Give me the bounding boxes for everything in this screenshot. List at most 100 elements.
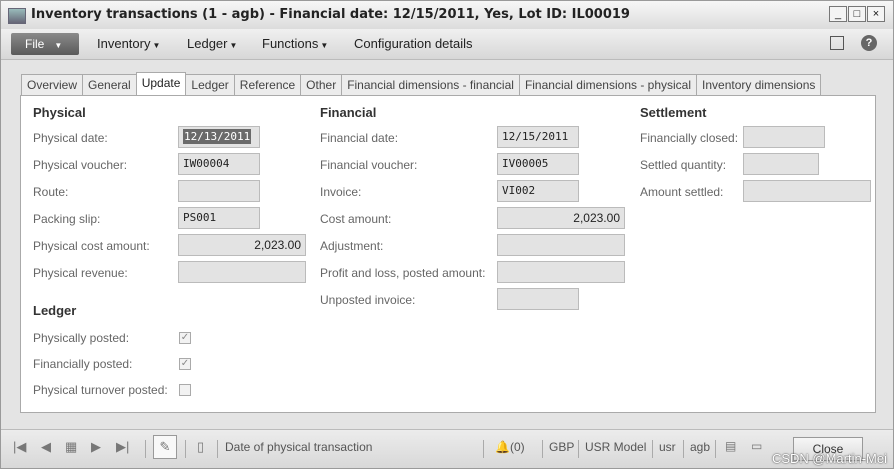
tab-overview[interactable]: Overview <box>21 74 84 95</box>
status-help-text: Date of physical transaction <box>225 440 373 454</box>
previous-record-icon[interactable]: ◀ <box>41 439 51 455</box>
separator <box>715 440 716 458</box>
first-record-icon[interactable]: |◀ <box>13 439 26 455</box>
separator <box>483 440 484 458</box>
tab-financial-dimensions-physical[interactable]: Financial dimensions - physical <box>518 74 698 95</box>
settled-quantity-field[interactable] <box>743 153 819 175</box>
physically-posted-checkbox[interactable]: ✓ <box>179 332 191 344</box>
financially-closed-label: Financially closed: <box>640 131 739 145</box>
settlement-section-title: Settlement <box>640 105 707 120</box>
physical-date-label: Physical date: <box>33 131 108 145</box>
last-record-icon[interactable]: ▶| <box>116 439 129 455</box>
tab-other[interactable]: Other <box>300 74 343 95</box>
adjustment-label: Adjustment: <box>320 239 384 253</box>
grid-view-icon[interactable]: ▦ <box>65 439 77 455</box>
file-menu-label: File <box>25 37 45 51</box>
physically-posted-label: Physically posted: <box>33 331 130 345</box>
physical-date-value: 12/13/2011 <box>183 129 252 144</box>
close-window-button[interactable]: × <box>867 6 885 22</box>
physical-voucher-field[interactable]: IW00004 <box>178 153 260 175</box>
separator <box>145 440 146 458</box>
menu-ledger-label: Ledger <box>187 36 228 51</box>
financial-voucher-field[interactable]: IV00005 <box>497 153 579 175</box>
profit-loss-label: Profit and loss, posted amount: <box>320 266 486 280</box>
amount-settled-field[interactable] <box>743 180 871 202</box>
layout-icon[interactable] <box>830 36 844 50</box>
separator <box>542 440 543 458</box>
window-controls: _ □ × <box>829 6 885 22</box>
menu-inventory[interactable]: Inventory ▼ <box>97 36 160 51</box>
tab-reference[interactable]: Reference <box>233 74 302 95</box>
server-icon[interactable]: ▭ <box>751 439 762 453</box>
menu-ledger[interactable]: Ledger ▼ <box>187 36 237 51</box>
menu-configuration-details[interactable]: Configuration details <box>354 36 473 51</box>
title-bar: Inventory transactions (1 - agb) - Finan… <box>1 1 893 30</box>
chevron-down-icon: ▼ <box>54 41 63 50</box>
invoice-label: Invoice: <box>320 185 362 199</box>
menu-functions[interactable]: Functions ▼ <box>262 36 328 51</box>
tab-ledger[interactable]: Ledger <box>185 74 235 95</box>
financially-posted-checkbox[interactable]: ✓ <box>179 358 191 370</box>
packing-slip-field[interactable]: PS001 <box>178 207 260 229</box>
physical-revenue-field[interactable] <box>178 261 306 283</box>
help-icon[interactable]: ? <box>861 35 877 51</box>
separator <box>217 440 218 458</box>
amount-settled-label: Amount settled: <box>640 185 724 199</box>
watermark-text: CSDN @Martin-Mei <box>771 451 887 466</box>
model-indicator[interactable]: USR Model <box>585 440 646 454</box>
physical-date-field[interactable]: 12/13/2011 <box>178 126 260 148</box>
inventory-transactions-window: Inventory transactions (1 - agb) - Finan… <box>0 0 894 469</box>
ledger-section-title: Ledger <box>33 303 77 318</box>
unposted-invoice-field[interactable] <box>497 288 579 310</box>
document-icon[interactable]: ▯ <box>197 439 204 455</box>
database-icon[interactable]: ▤ <box>725 439 736 453</box>
file-menu-button[interactable]: File ▼ <box>11 33 79 55</box>
layer-indicator[interactable]: usr <box>659 440 676 454</box>
currency-indicator[interactable]: GBP <box>549 440 574 454</box>
tab-update[interactable]: Update <box>135 72 187 95</box>
separator <box>652 440 653 458</box>
unposted-invoice-label: Unposted invoice: <box>320 293 416 307</box>
status-bar: |◀ ◀ ▦ ▶ ▶| ✎ ▯ Date of physical transac… <box>1 429 893 468</box>
edit-pencil-icon[interactable]: ✎ <box>153 435 177 459</box>
invoice-field[interactable]: VI002 <box>497 180 579 202</box>
maximize-button[interactable]: □ <box>848 6 866 22</box>
profit-loss-field[interactable] <box>497 261 625 283</box>
separator <box>683 440 684 458</box>
adjustment-field[interactable] <box>497 234 625 256</box>
notifications-count: (0) <box>509 440 525 454</box>
bell-icon: 🔔 <box>495 440 510 454</box>
menu-functions-label: Functions <box>262 36 319 51</box>
chevron-down-icon: ▼ <box>152 41 161 50</box>
minimize-button[interactable]: _ <box>829 6 847 22</box>
financial-date-field[interactable]: 12/15/2011 <box>497 126 579 148</box>
financially-posted-label: Financially posted: <box>33 357 133 371</box>
menu-bar: File ▼ Inventory ▼ Ledger ▼ Functions ▼ Conf… <box>1 29 893 60</box>
physical-turnover-posted-label: Physical turnover posted: <box>33 383 168 397</box>
physical-turnover-posted-checkbox[interactable] <box>179 384 191 396</box>
cost-amount-field[interactable]: 2,023.00 <box>497 207 625 229</box>
next-record-icon[interactable]: ▶ <box>91 439 101 455</box>
financial-section-title: Financial <box>320 105 377 120</box>
physical-voucher-label: Physical voucher: <box>33 158 128 172</box>
separator <box>578 440 579 458</box>
tab-inventory-dimensions[interactable]: Inventory dimensions <box>696 74 822 95</box>
financially-closed-field[interactable] <box>743 126 825 148</box>
chevron-down-icon: ▼ <box>229 41 238 50</box>
update-tab-panel: Physical Physical date: 12/13/2011 Physi… <box>20 95 876 413</box>
financial-voucher-label: Financial voucher: <box>320 158 418 172</box>
physical-cost-amount-field[interactable]: 2,023.00 <box>178 234 306 256</box>
menu-inventory-label: Inventory <box>97 36 151 51</box>
chevron-down-icon: ▼ <box>320 41 329 50</box>
route-field[interactable] <box>178 180 260 202</box>
settled-quantity-label: Settled quantity: <box>640 158 727 172</box>
notifications-indicator[interactable]: 🔔(0) <box>495 440 525 454</box>
cost-amount-label: Cost amount: <box>320 212 392 226</box>
physical-cost-amount-label: Physical cost amount: <box>33 239 150 253</box>
separator <box>185 440 186 458</box>
tab-general[interactable]: General <box>82 74 137 95</box>
tab-financial-dimensions-financial[interactable]: Financial dimensions - financial <box>341 74 520 95</box>
packing-slip-label: Packing slip: <box>33 212 101 226</box>
financial-date-label: Financial date: <box>320 131 399 145</box>
company-indicator[interactable]: agb <box>690 440 710 454</box>
